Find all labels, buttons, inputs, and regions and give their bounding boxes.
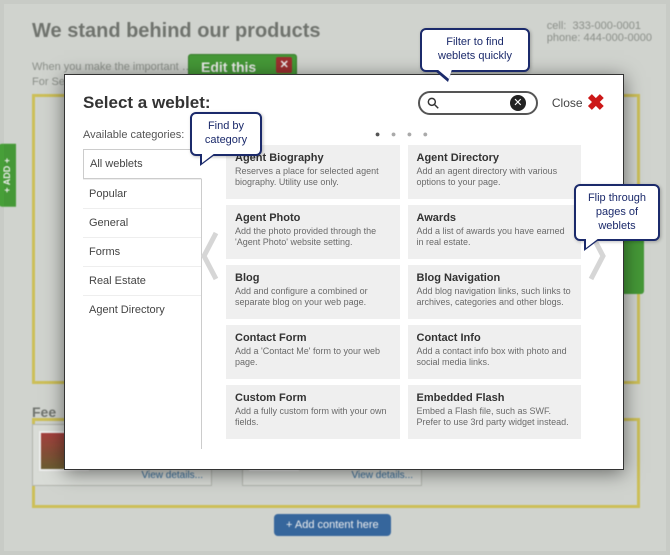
- weblet-tile[interactable]: Agent PhotoAdd the photo provided throug…: [226, 205, 400, 259]
- category-real-estate[interactable]: Real Estate: [83, 266, 201, 295]
- callout-category: Find by category: [190, 112, 262, 156]
- category-agent-directory[interactable]: Agent Directory: [83, 295, 201, 324]
- callout-flip: Flip through pages of weblets: [574, 184, 660, 241]
- close-button[interactable]: Close ✖: [552, 92, 605, 114]
- weblet-tile[interactable]: Contact FormAdd a 'Contact Me' form to y…: [226, 325, 400, 379]
- category-all-weblets[interactable]: All weblets: [83, 149, 202, 179]
- search-box[interactable]: ✕: [418, 91, 538, 115]
- callout-filter: Filter to find weblets quickly: [420, 28, 530, 72]
- modal-header: Select a weblet: ✕ Close ✖: [83, 91, 605, 115]
- category-popular[interactable]: Popular: [83, 179, 201, 208]
- weblet-tile[interactable]: Embedded FlashEmbed a Flash file, such a…: [408, 385, 582, 439]
- weblet-grid-wrap: ● ● ● ● Agent BiographyReserves a place …: [201, 129, 605, 449]
- weblet-tile[interactable]: Custom FormAdd a fully custom form with …: [226, 385, 400, 439]
- search-input[interactable]: [440, 96, 510, 110]
- close-label: Close: [552, 96, 583, 110]
- weblet-tile[interactable]: Blog NavigationAdd blog navigation links…: [408, 265, 582, 319]
- weblet-tile[interactable]: AwardsAdd a list of awards you have earn…: [408, 205, 582, 259]
- search-icon: [426, 96, 440, 110]
- close-icon[interactable]: ✖: [587, 92, 605, 114]
- category-sidebar: Available categories: All weblets Popula…: [83, 129, 201, 449]
- select-weblet-modal: Select a weblet: ✕ Close ✖ Available cat…: [64, 74, 624, 470]
- category-forms[interactable]: Forms: [83, 237, 201, 266]
- weblet-tile[interactable]: Contact InfoAdd a contact info box with …: [408, 325, 582, 379]
- modal-title: Select a weblet:: [83, 93, 211, 113]
- weblet-tile[interactable]: Agent DirectoryAdd an agent directory wi…: [408, 145, 582, 199]
- weblet-tile[interactable]: BlogAdd and configure a combined or sepa…: [226, 265, 400, 319]
- prev-page-arrow[interactable]: [198, 229, 222, 283]
- sidebar-title: Available categories:: [83, 129, 201, 141]
- category-general[interactable]: General: [83, 208, 201, 237]
- page-dots[interactable]: ● ● ● ●: [226, 129, 581, 139]
- weblet-grid: Agent BiographyReserves a place for sele…: [226, 145, 581, 439]
- clear-search-icon[interactable]: ✕: [510, 95, 526, 111]
